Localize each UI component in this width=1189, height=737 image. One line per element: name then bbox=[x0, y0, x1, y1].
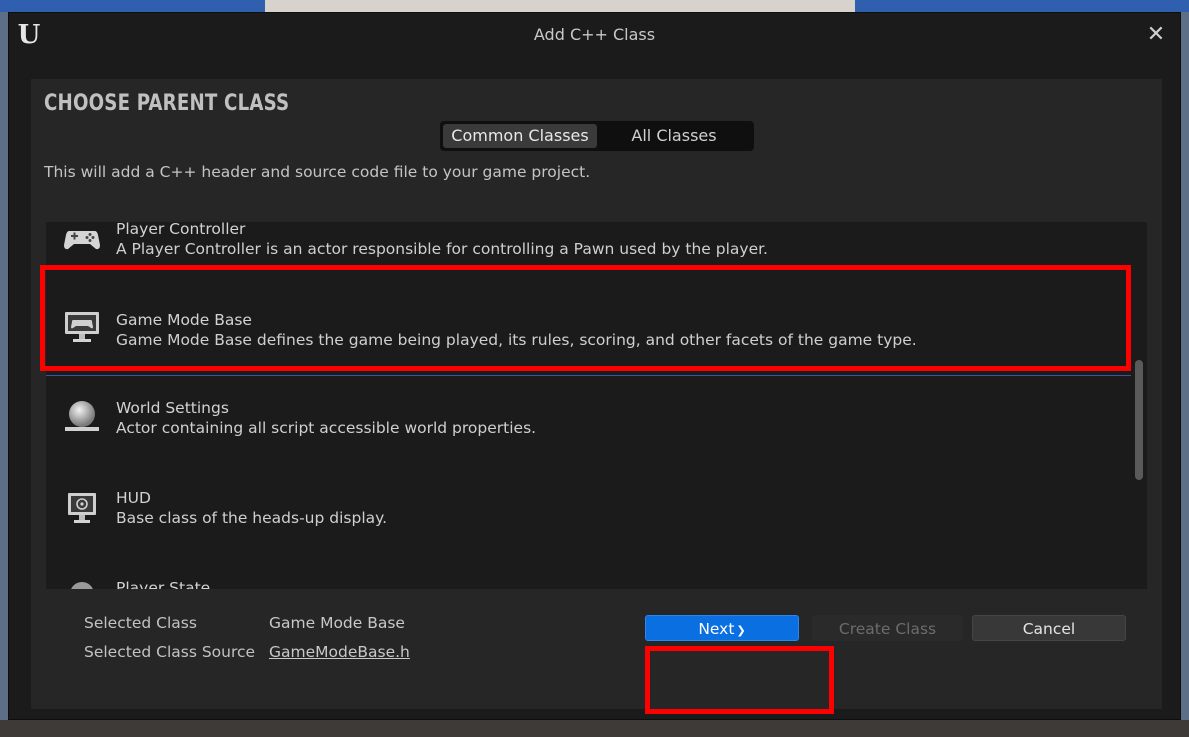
list-item-game-mode-base[interactable]: Game Mode Base Game Mode Base defines th… bbox=[46, 288, 1131, 376]
sphere-icon bbox=[71, 582, 93, 589]
selected-class-label: Selected Class bbox=[84, 614, 197, 632]
tab-all-classes[interactable]: All Classes bbox=[597, 124, 751, 148]
sphere-icon bbox=[65, 401, 99, 431]
chevron-right-icon: ❯ bbox=[736, 624, 746, 637]
tab-common-classes[interactable]: Common Classes bbox=[443, 124, 597, 148]
class-description: A Player Controller is an actor responsi… bbox=[116, 240, 768, 258]
class-description: Game Mode Base defines the game being pl… bbox=[116, 331, 917, 349]
create-class-button[interactable]: Create Class bbox=[812, 615, 963, 641]
list-item-hud[interactable]: HUD Base class of the heads-up display. bbox=[46, 469, 1131, 555]
class-name: Game Mode Base bbox=[116, 311, 252, 329]
background-taskbar bbox=[0, 720, 1189, 737]
list-scrollbar[interactable] bbox=[1132, 222, 1147, 589]
background-roof bbox=[265, 0, 855, 12]
list-item-player-state[interactable]: Player State bbox=[46, 559, 1131, 589]
class-list: Player Controller A Player Controller is… bbox=[46, 222, 1147, 589]
class-name: World Settings bbox=[116, 399, 229, 417]
panel-description: This will add a C++ header and source co… bbox=[44, 163, 591, 181]
selected-class-value: Game Mode Base bbox=[269, 614, 405, 632]
monitor-target-icon bbox=[68, 493, 96, 523]
class-name: Player Controller bbox=[116, 222, 246, 238]
list-item-world-settings[interactable]: World Settings Actor containing all scri… bbox=[46, 379, 1131, 465]
scrollbar-thumb[interactable] bbox=[1135, 360, 1143, 480]
page-title: CHOOSE PARENT CLASS bbox=[44, 91, 290, 116]
add-class-dialog: U Add C++ Class ✕ CHOOSE PARENT CLASS Co… bbox=[8, 12, 1181, 720]
class-description: Actor containing all script accessible w… bbox=[116, 419, 537, 437]
dialog-titlebar: U Add C++ Class ✕ bbox=[9, 13, 1180, 57]
class-description: Base class of the heads-up display. bbox=[116, 509, 388, 527]
class-name: Player State bbox=[116, 579, 211, 589]
class-name: HUD bbox=[116, 489, 151, 507]
dialog-title: Add C++ Class bbox=[533, 25, 656, 44]
gamepad-icon bbox=[64, 231, 100, 250]
class-tabs: Common Classes All Classes bbox=[440, 121, 754, 151]
close-icon[interactable]: ✕ bbox=[1144, 23, 1168, 47]
selected-class-source-label: Selected Class Source bbox=[84, 643, 256, 661]
next-button-label: Next bbox=[698, 620, 735, 638]
monitor-gamepad-icon bbox=[65, 312, 99, 342]
list-item-player-controller[interactable]: Player Controller A Player Controller is… bbox=[46, 222, 1131, 280]
selected-class-source-link[interactable]: GameModeBase.h bbox=[269, 643, 410, 661]
cancel-button[interactable]: Cancel bbox=[972, 615, 1126, 641]
next-button[interactable]: Next ❯ bbox=[645, 615, 799, 641]
